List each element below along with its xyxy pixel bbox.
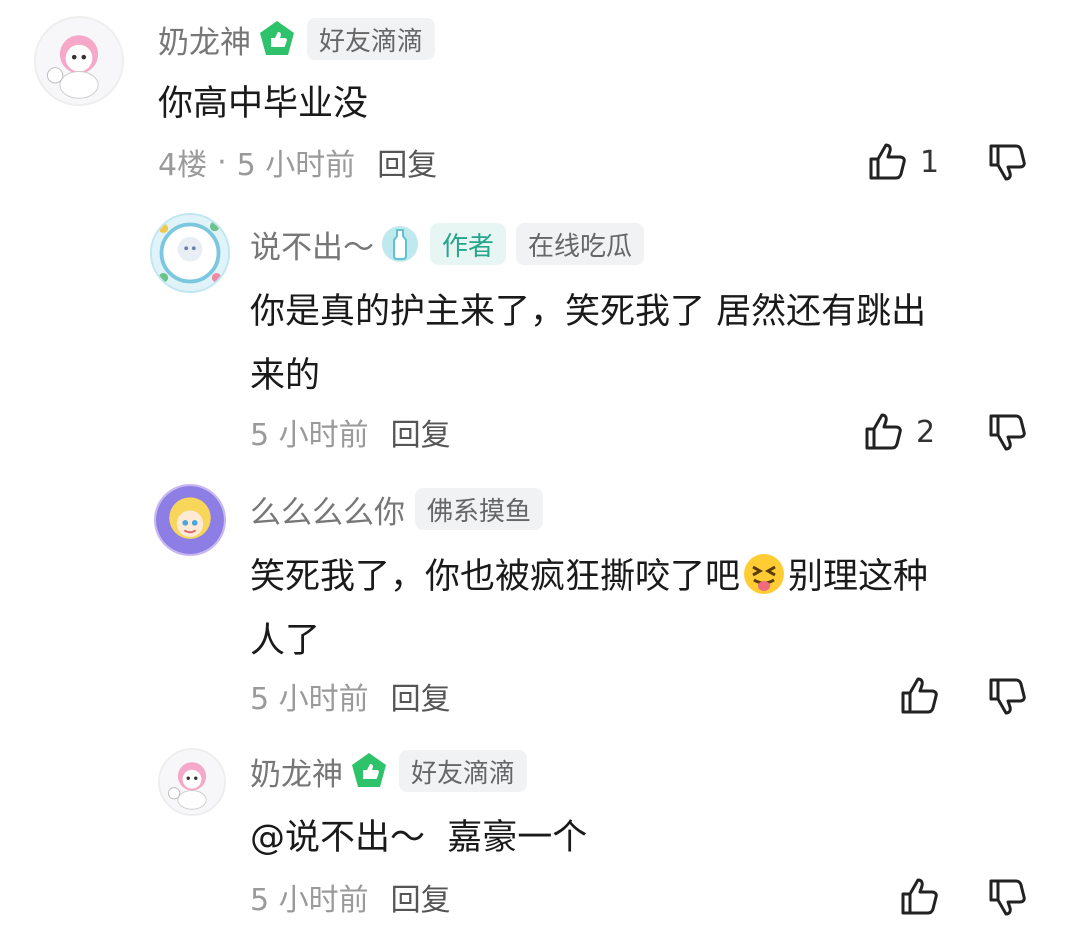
thumbs-down-icon bbox=[989, 678, 1026, 715]
avatar[interactable] bbox=[34, 16, 124, 106]
user-tag: 在线吃瓜 bbox=[516, 223, 645, 265]
user-tag: 好友滴滴 bbox=[307, 18, 436, 60]
comment-text-part: 别理这种 bbox=[788, 557, 929, 597]
comment-text-line: 来的 bbox=[250, 356, 321, 396]
reply-button[interactable]: 回复 bbox=[391, 410, 451, 454]
bottle-badge-icon bbox=[380, 224, 420, 264]
pink-hair-character-avatar-icon bbox=[160, 750, 224, 814]
user-tag: 佛系摸鱼 bbox=[415, 488, 544, 530]
thumbs-down-icon bbox=[989, 414, 1026, 451]
avatar[interactable] bbox=[154, 484, 226, 556]
thumbs-up-icon bbox=[869, 143, 906, 180]
like-count: 1 bbox=[920, 144, 940, 180]
thumbs-down-icon bbox=[989, 144, 1026, 181]
reply-button[interactable]: 回复 bbox=[391, 674, 451, 718]
squinting-tongue-emoji bbox=[742, 552, 786, 596]
avatar[interactable] bbox=[158, 748, 226, 816]
timestamp: 5 小时前 bbox=[250, 418, 369, 453]
username[interactable]: 奶龙神 bbox=[158, 17, 251, 62]
comment-text: 你高中毕业没 bbox=[158, 84, 369, 124]
dislike-button[interactable] bbox=[986, 875, 1030, 919]
thumbs-down-icon bbox=[989, 879, 1026, 916]
dislike-button[interactable] bbox=[986, 140, 1030, 184]
thumbs-up-icon bbox=[865, 413, 902, 450]
timestamp: 5 小时前 bbox=[250, 682, 369, 717]
comment-text: @说不出～ 嘉豪一个 bbox=[250, 818, 588, 858]
timestamp: 5 小时前 bbox=[236, 148, 356, 183]
timestamp: 5 小时前 bbox=[250, 883, 369, 918]
username[interactable]: 么么么么你 bbox=[250, 487, 405, 532]
like-count: 2 bbox=[916, 414, 936, 450]
like-button[interactable]: 2 bbox=[862, 407, 935, 457]
comment-text: 笑死我了，你也被疯狂撕咬了吧 别理这种 人了 bbox=[250, 545, 1050, 673]
author-tag: 作者 bbox=[430, 223, 507, 265]
reply-button[interactable]: 回复 bbox=[377, 140, 437, 184]
user-tag: 好友滴滴 bbox=[399, 750, 528, 792]
comment-text-line: 人了 bbox=[250, 621, 321, 661]
like-button[interactable] bbox=[898, 872, 942, 922]
floor-number: 4楼 bbox=[158, 148, 208, 183]
dislike-button[interactable] bbox=[986, 674, 1030, 718]
username[interactable]: 说不出～ bbox=[250, 222, 374, 267]
thumbs-up-icon bbox=[901, 677, 938, 714]
like-button[interactable] bbox=[898, 671, 942, 721]
pink-hair-character-avatar-icon bbox=[36, 18, 122, 104]
reply-button[interactable]: 回复 bbox=[391, 875, 451, 919]
username[interactable]: 奶龙神 bbox=[250, 749, 343, 794]
anime-girl-flower-frame-avatar-icon bbox=[152, 215, 228, 291]
thumbs-up-icon bbox=[901, 878, 938, 915]
like-button[interactable]: 1 bbox=[866, 137, 939, 187]
thumb-badge-icon bbox=[257, 19, 297, 59]
thumb-badge-icon bbox=[349, 751, 389, 791]
comment-text: 你是真的护主来了，笑死我了 居然还有跳出 来的 bbox=[250, 280, 1050, 408]
dislike-button[interactable] bbox=[986, 410, 1030, 454]
separator: · bbox=[217, 144, 227, 180]
comment-text-line: 你是真的护主来了，笑死我了 居然还有跳出 bbox=[250, 292, 927, 332]
comment-text-part: 笑死我了，你也被疯狂撕咬了吧 bbox=[250, 557, 741, 597]
avatar[interactable] bbox=[150, 213, 230, 293]
blonde-character-avatar-icon bbox=[156, 486, 224, 554]
